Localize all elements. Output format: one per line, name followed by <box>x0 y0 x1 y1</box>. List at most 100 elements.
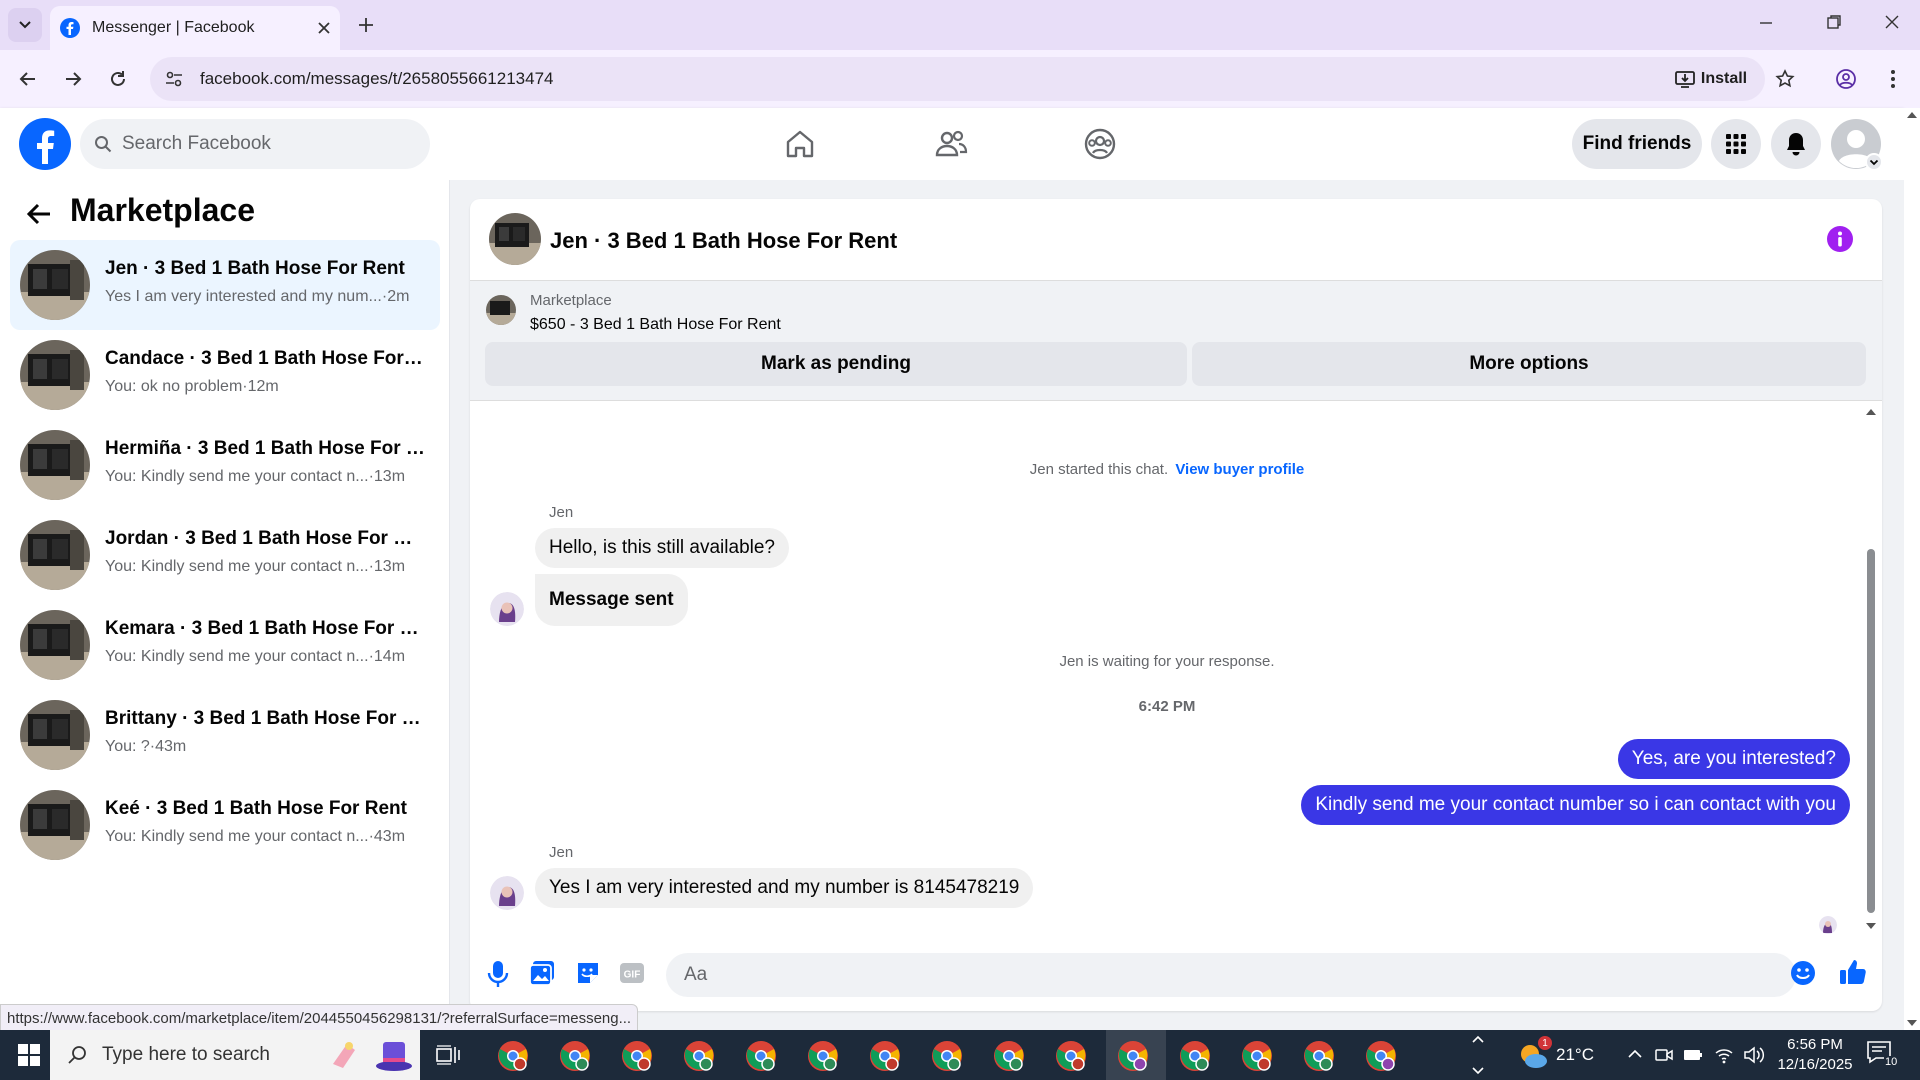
browser-tab[interactable]: Messenger | Facebook <box>50 6 340 50</box>
conversation-thumbnail <box>20 790 90 860</box>
voice-clip-button[interactable] <box>487 960 509 988</box>
conversation-item[interactable]: Candace · 3 Bed 1 Bath Hose For Rent You:… <box>10 330 440 420</box>
chrome-taskbar-icon[interactable] <box>621 1040 653 1072</box>
conversation-item[interactable]: Jen · 3 Bed 1 Bath Hose For Rent Yes I am… <box>10 240 440 330</box>
chrome-taskbar-icon[interactable] <box>1365 1040 1397 1072</box>
chrome-icon <box>1056 1041 1086 1071</box>
facebook-logo[interactable] <box>19 118 71 170</box>
clock-date: 12/16/2025 <box>1777 1056 1853 1073</box>
menu-button[interactable] <box>1711 119 1761 169</box>
account-button[interactable] <box>1831 119 1885 173</box>
clock-time: 6:56 PM <box>1787 1036 1843 1053</box>
weather-temperature[interactable]: 21°C <box>1556 1045 1594 1065</box>
chrome-taskbar-icon[interactable] <box>993 1040 1025 1072</box>
chrome-taskbar-icon[interactable] <box>559 1040 591 1072</box>
chevron-up-icon <box>1628 1049 1642 1058</box>
close-tab-icon[interactable] <box>318 22 330 34</box>
notifications-button[interactable] <box>1771 119 1821 169</box>
battery-icon[interactable] <box>1682 1045 1704 1065</box>
restore-window-button[interactable] <box>1826 14 1842 30</box>
attach-photo-button[interactable] <box>529 960 555 986</box>
profile-button[interactable] <box>1828 61 1864 97</box>
listing-thumbnail[interactable] <box>489 213 541 265</box>
chrome-taskbar-icon[interactable] <box>683 1040 715 1072</box>
chat-scrollbar[interactable] <box>1864 405 1878 935</box>
page-scrollbar[interactable] <box>1904 108 1920 1030</box>
search-highlight-image[interactable] <box>325 1034 415 1076</box>
conversation-item[interactable]: Kemara · 3 Bed 1 Bath Hose For Rent You: … <box>10 600 440 690</box>
listing-title[interactable]: $650 - 3 Bed 1 Bath Hose For Rent <box>530 316 781 334</box>
taskbar-scroll-arrows[interactable] <box>1470 1032 1486 1078</box>
conversation-preview-text: You: Kindly send me your contact n... <box>105 468 369 485</box>
incoming-message-bubble[interactable]: Yes I am very interested and my number i… <box>535 868 1034 908</box>
emoji-button[interactable] <box>1790 960 1816 986</box>
chrome-taskbar-icon[interactable] <box>1303 1040 1335 1072</box>
chrome-taskbar-icon[interactable] <box>869 1040 901 1072</box>
reload-button[interactable] <box>100 61 136 97</box>
minimize-window-button[interactable] <box>1758 14 1774 30</box>
conversation-preview: You: ? ·43m <box>105 738 435 756</box>
chrome-taskbar-icon[interactable] <box>807 1040 839 1072</box>
conversation-item[interactable]: Hermiña · 3 Bed 1 Bath Hose For Rent You:… <box>10 420 440 510</box>
chrome-taskbar-icon[interactable] <box>497 1040 529 1072</box>
chrome-taskbar-icon[interactable] <box>1179 1040 1211 1072</box>
back-arrow-button[interactable] <box>26 202 52 226</box>
conversation-preview-text: Yes I am very interested and my num... <box>105 288 382 305</box>
house-photo-icon <box>20 430 90 500</box>
listing-banner-thumbnail[interactable] <box>486 295 516 325</box>
task-view-button[interactable] <box>436 1044 460 1066</box>
incoming-message-bubble[interactable]: Hello, is this still available? <box>535 528 789 568</box>
volume-icon[interactable] <box>1743 1045 1765 1065</box>
chrome-icon <box>994 1041 1024 1071</box>
more-options-button[interactable]: More options <box>1192 342 1866 386</box>
tab-title: Messenger | Facebook <box>92 19 255 36</box>
tab-search-button[interactable] <box>8 8 42 42</box>
gif-button[interactable]: GIF <box>619 962 645 984</box>
browser-menu-button[interactable] <box>1875 61 1911 97</box>
chat-title[interactable]: Jen · 3 Bed 1 Bath Hose For Rent <box>550 228 897 254</box>
site-settings-icon[interactable] <box>164 69 184 89</box>
meet-now-icon[interactable] <box>1654 1045 1674 1065</box>
restore-icon <box>1827 15 1841 29</box>
chrome-taskbar-icon[interactable] <box>1241 1040 1273 1072</box>
message-input[interactable]: Aa <box>666 953 1796 997</box>
conversation-info-button[interactable] <box>1827 226 1853 252</box>
conversation-item[interactable]: Brittany · 3 Bed 1 Bath Hose For Rent You… <box>10 690 440 780</box>
conversation-item[interactable]: Jordan · 3 Bed 1 Bath Hose For Rent You: … <box>10 510 440 600</box>
facebook-search-input[interactable]: Search Facebook <box>80 119 430 169</box>
chrome-taskbar-icon[interactable] <box>931 1040 963 1072</box>
system-clock[interactable]: 6:56 PM 12/16/2025 <box>1770 1035 1860 1075</box>
conversation-item[interactable]: Keé · 3 Bed 1 Bath Hose For Rent You: Kin… <box>10 780 440 870</box>
grid-menu-icon <box>1726 134 1746 154</box>
network-icon[interactable] <box>1714 1045 1734 1065</box>
back-button[interactable] <box>10 61 46 97</box>
close-window-button[interactable] <box>1884 14 1900 30</box>
mark-as-pending-button[interactable]: Mark as pending <box>485 342 1187 386</box>
waiting-notice: Jen is waiting for your response. <box>1059 653 1275 670</box>
find-friends-button[interactable]: Find friends <box>1572 119 1702 169</box>
message-sent-bubble[interactable]: Message sent <box>535 574 688 626</box>
nav-friends[interactable] <box>934 127 968 161</box>
forward-button[interactable] <box>55 61 91 97</box>
conversation-preview-text: You: ? <box>105 738 150 755</box>
send-like-button[interactable] <box>1839 958 1867 986</box>
nav-groups[interactable] <box>1083 127 1117 161</box>
sticker-button[interactable] <box>575 960 601 986</box>
chrome-taskbar-icon[interactable] <box>1117 1040 1149 1072</box>
new-tab-button[interactable] <box>348 7 384 43</box>
jen-avatar[interactable] <box>490 592 524 626</box>
nav-home[interactable] <box>783 127 817 161</box>
camera-icon <box>1655 1049 1673 1061</box>
bookmark-button[interactable] <box>1767 61 1803 97</box>
start-button[interactable] <box>18 1044 40 1066</box>
outgoing-message-bubble[interactable]: Yes, are you interested? <box>1617 739 1850 779</box>
install-app-button[interactable]: Install <box>1665 62 1757 96</box>
address-bar[interactable]: facebook.com/messages/t/2658055661213474 <box>150 57 1765 101</box>
chrome-taskbar-icon[interactable] <box>745 1040 777 1072</box>
chrome-taskbar-icon[interactable] <box>1055 1040 1087 1072</box>
jen-avatar[interactable] <box>490 876 524 910</box>
notification-center-button[interactable]: 10 <box>1866 1040 1902 1074</box>
outgoing-message-bubble[interactable]: Kindly send me your contact number so i … <box>1301 785 1850 825</box>
show-hidden-icons-button[interactable] <box>1625 1044 1645 1064</box>
view-buyer-profile-link[interactable]: View buyer profile <box>1175 461 1304 478</box>
